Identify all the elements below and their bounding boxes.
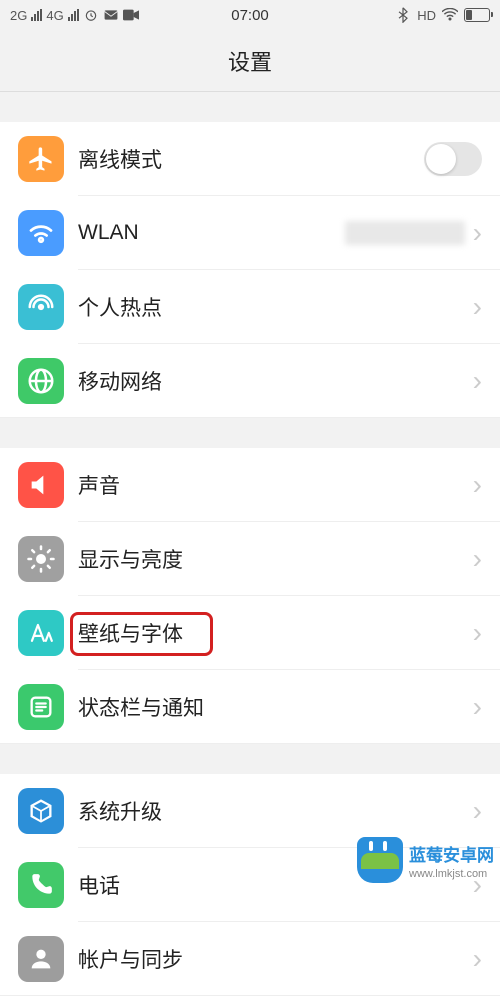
account-icon <box>18 936 64 982</box>
row-label: 声音 <box>78 470 473 500</box>
watermark-text: 蓝莓安卓网 www.lmkjst.com <box>409 841 494 880</box>
row-label: 状态栏与通知 <box>78 692 473 722</box>
cube-icon <box>18 788 64 834</box>
row-wallpaper-font[interactable]: 壁纸与字体 › <box>0 596 500 670</box>
settings-group-3: 系统升级 › 电话 › 帐户与同步 › <box>0 774 500 996</box>
row-mobile-network[interactable]: 移动网络 › <box>0 344 500 418</box>
chevron-right-icon: › <box>473 543 482 575</box>
hd-label: HD <box>417 8 436 23</box>
watermark-logo <box>357 837 403 883</box>
bluetooth-icon <box>395 7 411 23</box>
row-account-sync[interactable]: 帐户与同步 › <box>0 922 500 996</box>
row-airplane-mode[interactable]: 离线模式 <box>0 122 500 196</box>
row-label: 移动网络 <box>78 366 473 396</box>
settings-group-1: 离线模式 WLAN › 个人热点 › 移动网络 › <box>0 122 500 418</box>
watermark-title: 蓝莓安卓网 <box>409 841 494 866</box>
row-label: 个人热点 <box>78 292 473 322</box>
watermark: 蓝莓安卓网 www.lmkjst.com <box>357 837 494 883</box>
chevron-right-icon: › <box>473 795 482 827</box>
brightness-icon <box>18 536 64 582</box>
row-label: 帐户与同步 <box>78 944 473 974</box>
chevron-right-icon: › <box>473 291 482 323</box>
airplane-toggle[interactable] <box>424 142 482 176</box>
signal-icon-1 <box>31 9 42 21</box>
globe-icon <box>18 358 64 404</box>
wifi-icon <box>442 7 458 23</box>
spacer <box>0 744 500 774</box>
phone-icon <box>18 862 64 908</box>
chevron-right-icon: › <box>473 691 482 723</box>
list-icon <box>18 684 64 730</box>
font-icon <box>18 610 64 656</box>
settings-group-2: 声音 › 显示与亮度 › 壁纸与字体 › 状态栏与通知 › <box>0 448 500 744</box>
video-icon <box>123 7 139 23</box>
status-left: 2G 4G <box>10 7 139 23</box>
chevron-right-icon: › <box>473 617 482 649</box>
network-4g-label: 4G <box>46 8 63 23</box>
wlan-value-blurred <box>345 221 465 245</box>
row-sound[interactable]: 声音 › <box>0 448 500 522</box>
battery-icon <box>464 8 490 22</box>
network-2g-label: 2G <box>10 8 27 23</box>
row-label: 离线模式 <box>78 144 424 174</box>
status-right: HD <box>395 7 490 23</box>
status-time: 07:00 <box>231 7 269 24</box>
page-title: 设置 <box>0 30 500 92</box>
airplane-icon <box>18 136 64 182</box>
spacer <box>0 92 500 122</box>
watermark-url: www.lmkjst.com <box>409 868 494 880</box>
row-label: 显示与亮度 <box>78 544 473 574</box>
chevron-right-icon: › <box>473 365 482 397</box>
row-display[interactable]: 显示与亮度 › <box>0 522 500 596</box>
chevron-right-icon: › <box>473 943 482 975</box>
hotspot-icon <box>18 284 64 330</box>
row-hotspot[interactable]: 个人热点 › <box>0 270 500 344</box>
row-label: 系统升级 <box>78 796 473 826</box>
alarm-icon <box>83 7 99 23</box>
wifi-settings-icon <box>18 210 64 256</box>
speaker-icon <box>18 462 64 508</box>
row-statusbar-notification[interactable]: 状态栏与通知 › <box>0 670 500 744</box>
spacer <box>0 418 500 448</box>
status-bar: 2G 4G 07:00 HD <box>0 0 500 30</box>
row-wlan[interactable]: WLAN › <box>0 196 500 270</box>
row-label: WLAN <box>78 221 345 245</box>
row-label: 壁纸与字体 <box>78 618 473 648</box>
chevron-right-icon: › <box>473 469 482 501</box>
mail-icon <box>103 7 119 23</box>
chevron-right-icon: › <box>473 217 482 249</box>
signal-icon-2 <box>68 9 79 21</box>
